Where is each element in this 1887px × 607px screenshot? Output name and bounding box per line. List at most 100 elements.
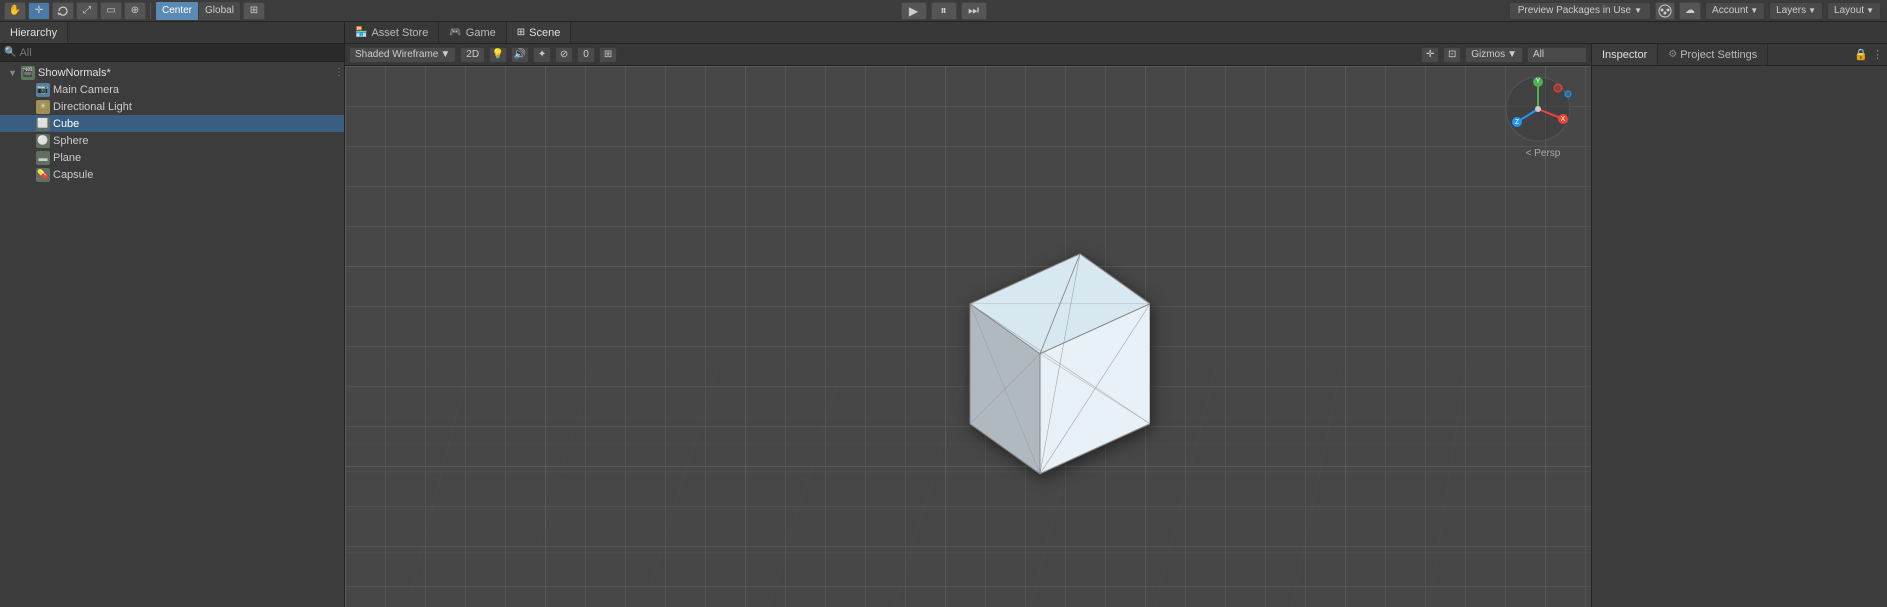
fx-toggle-btn[interactable]: ✦ xyxy=(533,47,551,63)
account-dropdown-arrow: ▼ xyxy=(1750,6,1758,15)
cube-svg xyxy=(890,223,1150,503)
2d-btn[interactable]: 2D xyxy=(460,47,485,63)
game-tab[interactable]: 🎮 Game xyxy=(439,22,506,43)
cube-label: Cube xyxy=(53,118,79,130)
hierarchy-panel: 🔍 ▼ 🎬 ShowNormals* ⋮ 📷 Main Camera xyxy=(0,44,345,607)
layers-dropdown-arrow: ▼ xyxy=(1808,6,1816,15)
scene-tab[interactable]: ⊞ Scene xyxy=(507,22,572,43)
scene-toolbar-right: ✛ ⊡ Gizmos ▼ All xyxy=(1421,47,1587,63)
hier-item-capsule[interactable]: 💊 Capsule xyxy=(0,166,344,183)
hierarchy-tab[interactable]: Hierarchy xyxy=(0,22,68,43)
right-panel-tabs: Inspector ⚙ Project Settings 🔒 ⋮ xyxy=(1592,44,1887,66)
transform-tool-btn[interactable]: ⊕ xyxy=(124,2,146,20)
hierarchy-search-input[interactable] xyxy=(19,47,340,59)
svg-text:Y: Y xyxy=(1536,78,1541,85)
panel-more-icon[interactable]: ⋮ xyxy=(1872,48,1883,61)
hier-item-show-normals[interactable]: ▼ 🎬 ShowNormals* ⋮ xyxy=(0,64,344,81)
plane-label: Plane xyxy=(53,152,81,164)
hier-options-icon[interactable]: ⋮ xyxy=(334,67,344,78)
project-settings-tab[interactable]: ⚙ Project Settings xyxy=(1658,44,1768,65)
scene-cursor-btn[interactable]: ✛ xyxy=(1421,47,1439,63)
scene-viewport[interactable]: Y X Z < Persp xyxy=(345,66,1591,607)
scene-search-label: All xyxy=(1533,49,1544,60)
svg-text:Z: Z xyxy=(1515,119,1520,126)
stats-btn[interactable]: 0 xyxy=(577,47,595,63)
center-btn[interactable]: Center xyxy=(156,2,199,20)
layout-btn[interactable]: Layout ▼ xyxy=(1827,2,1881,20)
step-button[interactable]: ⏭ xyxy=(961,2,987,20)
hier-item-plane[interactable]: ▬ Plane xyxy=(0,149,344,166)
shading-dropdown[interactable]: Shaded Wireframe ▼ xyxy=(349,47,456,63)
axis-gizmo[interactable]: Y X Z < Persp xyxy=(1503,74,1583,154)
hidden-objects-btn[interactable]: ⊘ xyxy=(555,47,573,63)
hand-tool-btn[interactable]: ✋ xyxy=(4,2,26,20)
persp-label: < Persp xyxy=(1503,148,1583,159)
overlay-btn[interactable]: ⊞ xyxy=(599,47,617,63)
preview-dropdown-arrow: ▼ xyxy=(1634,6,1642,15)
scene-panel: Shaded Wireframe ▼ 2D 💡 🔊 ✦ ⊘ 0 ⊞ ✛ ⊡ Gi… xyxy=(345,44,1592,607)
3d-cube xyxy=(890,223,1150,506)
scene-search[interactable]: All xyxy=(1527,47,1587,63)
svg-text:X: X xyxy=(1561,116,1566,123)
show-normals-label: ShowNormals* xyxy=(38,67,111,79)
hier-item-sphere[interactable]: ⚪ Sphere xyxy=(0,132,344,149)
rect-tool-btn[interactable]: ▭ xyxy=(100,2,122,20)
asset-store-label: Asset Store xyxy=(371,27,428,39)
panel-lock-icon[interactable]: 🔒 xyxy=(1854,48,1868,61)
audio-toggle-btn[interactable]: 🔊 xyxy=(511,47,529,63)
global-btn[interactable]: Global xyxy=(199,2,240,20)
right-panel: Inspector ⚙ Project Settings 🔒 ⋮ xyxy=(1592,44,1887,607)
capsule-icon: 💊 xyxy=(36,168,50,182)
scene-view-btn[interactable]: ⊡ xyxy=(1443,47,1461,63)
gizmos-dropdown[interactable]: Gizmos ▼ xyxy=(1465,47,1523,63)
cube-icon: ⬜ xyxy=(36,117,50,131)
directional-light-label: Directional Light xyxy=(53,101,132,113)
capsule-label: Capsule xyxy=(53,169,93,181)
hier-item-directional-light[interactable]: ☀ Directional Light xyxy=(0,98,344,115)
settings-icon: ⚙ xyxy=(1668,49,1677,60)
extra-tool-btn[interactable]: ⊞ xyxy=(243,2,265,20)
shading-dropdown-arrow: ▼ xyxy=(440,49,450,60)
game-label: Game xyxy=(466,27,496,39)
toolbar-right: Preview Packages in Use ▼ ☁ Account ▼ La… xyxy=(1509,2,1887,20)
asset-store-tab[interactable]: 🏪 Asset Store xyxy=(345,22,439,43)
lighting-toggle-btn[interactable]: 💡 xyxy=(489,47,507,63)
hier-item-cube[interactable]: ⬜ Cube xyxy=(0,115,344,132)
gizmos-label: Gizmos xyxy=(1471,49,1505,60)
layers-label: Layers xyxy=(1776,5,1806,16)
inspector-label: Inspector xyxy=(1602,49,1647,61)
layout-label: Layout xyxy=(1834,5,1864,16)
hierarchy-list: ▼ 🎬 ShowNormals* ⋮ 📷 Main Camera ☀ Direc… xyxy=(0,62,344,607)
second-toolbar: Hierarchy 🏪 Asset Store 🎮 Game ⊞ Scene xyxy=(0,22,1887,44)
account-label: Account xyxy=(1712,5,1748,16)
inspector-content xyxy=(1592,66,1887,607)
plane-icon: ▬ xyxy=(36,151,50,165)
right-panel-icons: 🔒 ⋮ xyxy=(1854,44,1887,65)
layers-btn[interactable]: Layers ▼ xyxy=(1769,2,1823,20)
main-camera-label: Main Camera xyxy=(53,84,119,96)
hier-item-main-camera[interactable]: 📷 Main Camera xyxy=(0,81,344,98)
move-tool-btn[interactable]: ✛ xyxy=(28,2,50,20)
scale-tool-btn[interactable]: ⤢ xyxy=(76,2,98,20)
project-settings-label: Project Settings xyxy=(1680,49,1757,61)
collab-icon-btn[interactable] xyxy=(1655,2,1675,20)
preview-label: Preview Packages in Use xyxy=(1518,5,1631,16)
inspector-tab[interactable]: Inspector xyxy=(1592,44,1658,65)
rotate-tool-btn[interactable] xyxy=(52,2,74,20)
toolbar-left: ✋ ✛ ⤢ ▭ ⊕ Center Global ⊞ xyxy=(0,1,265,21)
hierarchy-label: Hierarchy xyxy=(10,27,57,39)
scene-icon-show-normals: 🎬 xyxy=(21,66,35,80)
gizmos-dropdown-arrow: ▼ xyxy=(1507,49,1517,60)
preview-packages-btn[interactable]: Preview Packages in Use ▼ xyxy=(1509,2,1651,20)
search-icon: 🔍 xyxy=(4,47,16,58)
layout-dropdown-arrow: ▼ xyxy=(1866,6,1874,15)
pause-button[interactable]: ⏸ xyxy=(931,2,957,20)
scene-label: Scene xyxy=(529,27,560,39)
2d-label: 2D xyxy=(466,49,479,60)
divider-1 xyxy=(150,3,151,19)
shading-label: Shaded Wireframe xyxy=(355,49,438,60)
account-btn[interactable]: Account ▼ xyxy=(1705,2,1765,20)
main-layout: 🔍 ▼ 🎬 ShowNormals* ⋮ 📷 Main Camera xyxy=(0,44,1887,607)
play-button[interactable]: ▶ xyxy=(901,2,927,20)
cloud-btn[interactable]: ☁ xyxy=(1679,2,1701,20)
